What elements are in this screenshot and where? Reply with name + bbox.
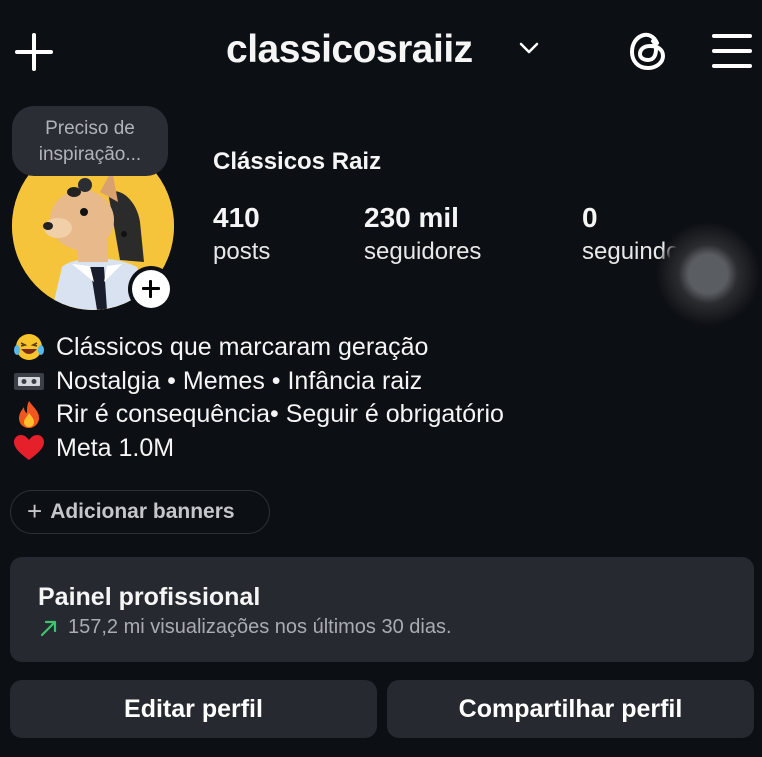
red-heart-emoji-icon [14, 435, 44, 460]
dashboard-title[interactable]: Painel profissional [38, 583, 260, 612]
bio-text: Clássicos que marcaram geração [56, 332, 429, 361]
vhs-tape-emoji-icon [14, 373, 44, 390]
add-banners-button[interactable]: + Adicionar banners [10, 490, 270, 534]
dashboard-subtitle[interactable]: 157,2 mi visualizações nos últimos 30 di… [38, 616, 452, 639]
followers-count[interactable]: 230 mil [364, 202, 459, 234]
add-story-button[interactable] [128, 266, 174, 312]
posts-count[interactable]: 410 [213, 202, 260, 234]
profile-username[interactable]: classicosraiiz [226, 28, 473, 72]
posts-label[interactable]: posts [213, 238, 270, 266]
add-banners-label: Adicionar banners [50, 500, 235, 523]
dashboard-views-text: 157,2 mi visualizações nos últimos 30 di… [68, 616, 452, 638]
plus-icon: + [27, 495, 43, 526]
note-text-line2: inspiração... [38, 144, 142, 165]
bio-text: Nostalgia • Memes • Infância raiz [56, 366, 423, 395]
touch-indicator [655, 222, 761, 326]
bio-line: Nostalgia • Memes • Infância raiz [12, 366, 422, 396]
profile-note-bubble[interactable]: Preciso de inspiração... [12, 106, 168, 176]
laughing-emoji-icon [14, 334, 44, 360]
bio-line: Rir é consequência• Seguir é obrigatório [12, 399, 504, 429]
followers-label[interactable]: seguidores [364, 238, 481, 266]
edit-profile-button[interactable]: Editar perfil [10, 680, 377, 738]
bio-text: Meta 1.0M [56, 433, 175, 462]
fire-emoji-icon [19, 401, 39, 428]
bio-line: Clássicos que marcaram geração [12, 332, 428, 362]
hamburger-menu-icon[interactable] [712, 34, 752, 68]
profile-display-name: Clássicos Raiz [213, 148, 382, 175]
note-text-line1: Preciso de [45, 118, 135, 139]
trend-up-arrow-icon [40, 620, 57, 636]
bio-line: Meta 1.0M [12, 433, 174, 463]
following-count[interactable]: 0 [582, 202, 598, 234]
threads-icon[interactable] [626, 28, 670, 74]
create-plus-icon[interactable] [12, 30, 56, 74]
note-bubble-tail [78, 178, 92, 192]
plus-icon [132, 270, 170, 308]
share-profile-button[interactable]: Compartilhar perfil [387, 680, 754, 738]
bio-text: Rir é consequência• Seguir é obrigatório [56, 399, 504, 428]
chevron-down-icon[interactable] [518, 40, 540, 56]
